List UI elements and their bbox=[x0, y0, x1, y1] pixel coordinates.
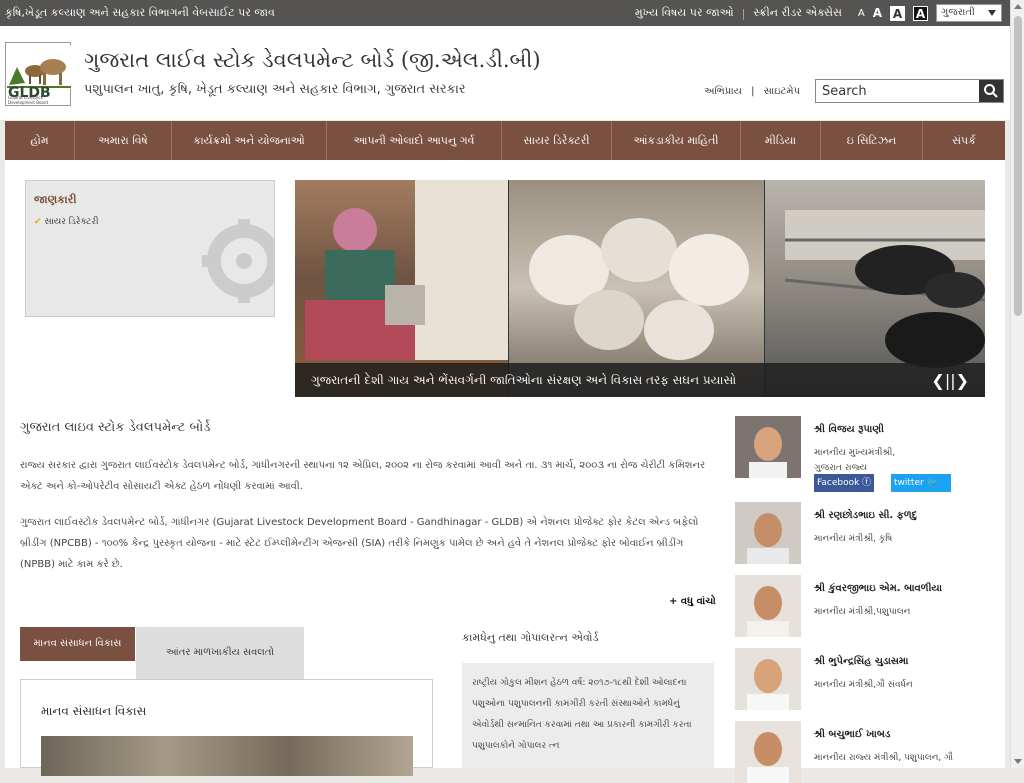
page-scrollbar[interactable] bbox=[1010, 0, 1024, 768]
language-select[interactable]: ગુજરાતી bbox=[936, 4, 1002, 22]
person-name[interactable]: શ્રી રણછોડભાઇ સી. ફળદુ bbox=[814, 510, 917, 521]
checkmark-icon: ✔ bbox=[34, 217, 42, 227]
panel-title: માનવ સંસાધન વિકાસ bbox=[41, 704, 147, 718]
sitemap-link[interactable]: સાઇટમેપ bbox=[764, 86, 800, 97]
twitter-button[interactable]: twitter 🐦 bbox=[891, 474, 951, 492]
about-paragraph-1: રાજ્ય સરકાર દ્વારા ગુજરાત લાઈવસ્ટોક ડેવલ… bbox=[20, 460, 706, 492]
caption-text: ગુજરાતની દેશી ગાય અને ભેંસવર્ગની જાતિઓના… bbox=[311, 373, 737, 387]
award-heading: કામધેનુ તથા ગોપાલરત્ન એવોર્ડ bbox=[462, 631, 599, 644]
search-box[interactable]: Search bbox=[815, 79, 1004, 103]
facebook-icon: ⓕ bbox=[862, 478, 872, 488]
nav-item-home[interactable]: હોમ bbox=[5, 121, 75, 160]
gear-icon bbox=[202, 219, 274, 303]
info-link-sire-directory[interactable]: ✔ સાયર ડિરેક્ટરી bbox=[34, 217, 99, 227]
about-heading: ગુજરાત લાઇવ સ્ટોક ડેવલપમેન્ટ બોર્ડ bbox=[20, 420, 211, 435]
nav-item-ecitizen[interactable]: ઇ સિટિઝન bbox=[821, 121, 923, 160]
about-paragraph-2: ગુજરાત લાઈવસ્ટોક ડેવલપમેન્ટ બોર્ડ, ગાંધી… bbox=[20, 517, 699, 570]
person-photo bbox=[735, 416, 801, 478]
person-role: માનનીય રાજ્ય મંત્રીશ્રી, પશુપાલન, ગૌ bbox=[814, 753, 954, 763]
twitter-icon: 🐦 bbox=[926, 478, 938, 488]
person-photo bbox=[735, 721, 801, 783]
separator: | bbox=[741, 6, 746, 20]
font-increase-button[interactable]: A bbox=[890, 5, 905, 21]
site-title: ગુજરાત લાઈવ સ્ટોક ડેવલપમેન્ટ બોર્ડ (જી.એ… bbox=[84, 48, 541, 72]
screen-reader-link[interactable]: સ્ક્રીન રીડર એક્સેસ bbox=[753, 6, 841, 20]
separator: | bbox=[751, 86, 755, 97]
nav-item-breeds[interactable]: આપની ઓલાદો આપનુ ગર્વ bbox=[327, 121, 502, 160]
scroll-thumb[interactable] bbox=[1014, 16, 1022, 316]
person-photo bbox=[735, 502, 801, 564]
facebook-button[interactable]: Facebook ⓕ bbox=[814, 474, 874, 492]
person-name[interactable]: શ્રી બચુભાઈ ખાબડ bbox=[814, 729, 890, 740]
search-icon bbox=[984, 84, 998, 98]
person-role: માનનીય મંત્રીશ્રી, કૃષિ bbox=[814, 534, 893, 544]
hero-slider[interactable]: ગુજરાતની દેશી ગાય અને ભેંસવર્ગની જાતિઓના… bbox=[295, 180, 985, 397]
person-name[interactable]: શ્રી ભુપેન્દ્રસિંહ ચુડાસમા bbox=[814, 656, 908, 667]
person-portrait-icon bbox=[735, 648, 801, 710]
scroll-up-icon[interactable] bbox=[1014, 4, 1022, 9]
gldb-logo[interactable]: GLDB Gujarat Livestock Development Board bbox=[5, 42, 71, 106]
nav-item-about[interactable]: અમારા વિષે bbox=[75, 121, 172, 160]
nav-item-statistics[interactable]: આંકડાકીય માહિતી bbox=[612, 121, 741, 160]
top-utility-bar: કૃષિ,ખેડૂત કલ્યાણ અને સહકાર વિભાગની વેબસ… bbox=[0, 0, 1010, 26]
tab-infrastructure[interactable]: આંતર માળખાકીય સવલતો bbox=[136, 627, 304, 679]
person-role: માનનીય મંત્રીશ્રી,ગૌ સંવર્ધન bbox=[814, 680, 913, 690]
livestock-logo-icon bbox=[7, 45, 71, 89]
person-photo bbox=[735, 575, 801, 637]
nav-item-sire-directory[interactable]: સાયર ડિરેક્ટરી bbox=[502, 121, 612, 160]
utility-links: મુખ્ય વિષય પર જાઓ | સ્ક્રીન રીડર એક્સેસ … bbox=[635, 4, 1002, 22]
person-role: માનનીય મુખ્યમંત્રીશ્રી, ગુજરાત રાજ્ય bbox=[814, 448, 896, 473]
main-nav: હોમ અમારા વિષે કાર્યક્રમો અને યોજનાઓ આપન… bbox=[5, 121, 1005, 160]
contrast-button[interactable]: A bbox=[913, 5, 928, 21]
person-portrait-icon bbox=[735, 502, 801, 564]
slide-caption: ગુજરાતની દેશી ગાય અને ભેંસવર્ગની જાતિઓના… bbox=[295, 363, 985, 397]
info-box: જાણકારી ✔ સાયર ડિરેક્ટરી bbox=[25, 180, 275, 317]
nav-item-programs[interactable]: કાર્યક્રમો અને યોજનાઓ bbox=[172, 121, 327, 160]
person-portrait-icon bbox=[735, 416, 801, 478]
department-site-link[interactable]: કૃષિ,ખેડૂત કલ્યાણ અને સહકાર વિભાગની વેબસ… bbox=[5, 6, 275, 20]
font-normal-button[interactable]: A bbox=[873, 6, 882, 20]
person-portrait-icon bbox=[735, 575, 801, 637]
site-header: GLDB Gujarat Livestock Development Board… bbox=[0, 26, 1010, 120]
panel-image bbox=[41, 736, 413, 776]
nav-item-media[interactable]: મીડિયા bbox=[741, 121, 821, 160]
person-name[interactable]: શ્રી વિજય રૂપાણી bbox=[814, 424, 884, 435]
search-button[interactable] bbox=[979, 80, 1003, 102]
person-name[interactable]: શ્રી કુંવરજીભાઇ એમ. બાવળીયા bbox=[814, 583, 942, 594]
read-more-link[interactable]: + વધુ વાંચો bbox=[669, 596, 716, 607]
header-links: અભિપ્રાય | સાઇટમેપ bbox=[704, 86, 800, 97]
person-portrait-icon bbox=[735, 721, 801, 783]
site-subtitle: પશુપાલન ખાતુ, કૃષિ, ખેડૂત કલ્યાણ અને સહક… bbox=[84, 82, 466, 97]
info-heading: જાણકારી bbox=[34, 193, 77, 206]
slider-controls[interactable]: ❮||❯ bbox=[931, 371, 969, 390]
award-text: રાષ્ટ્રીય ગોકુલ મીશન હેઠળ વર્ષ: ૨૦૧૭-૧૮થ… bbox=[462, 663, 714, 768]
skip-to-main-link[interactable]: મુખ્ય વિષય પર જાઓ bbox=[635, 6, 734, 20]
person-role: માનનીય મંત્રીશ્રી,પશુપાલન bbox=[814, 607, 911, 617]
tab-human-resource[interactable]: માનવ સંસાધન વિકાસ bbox=[20, 627, 135, 661]
font-decrease-button[interactable]: A bbox=[858, 8, 865, 19]
scroll-down-icon[interactable] bbox=[1014, 759, 1022, 764]
feedback-link[interactable]: અભિપ્રાય bbox=[704, 86, 742, 97]
nav-item-contact[interactable]: સંપર્ક bbox=[923, 121, 1005, 160]
person-photo bbox=[735, 648, 801, 710]
search-input[interactable]: Search bbox=[822, 84, 867, 99]
logo-subtext: Gujarat Livestock Development Board bbox=[8, 95, 48, 105]
tab-panel: માનવ સંસાધન વિકાસ bbox=[20, 679, 433, 776]
